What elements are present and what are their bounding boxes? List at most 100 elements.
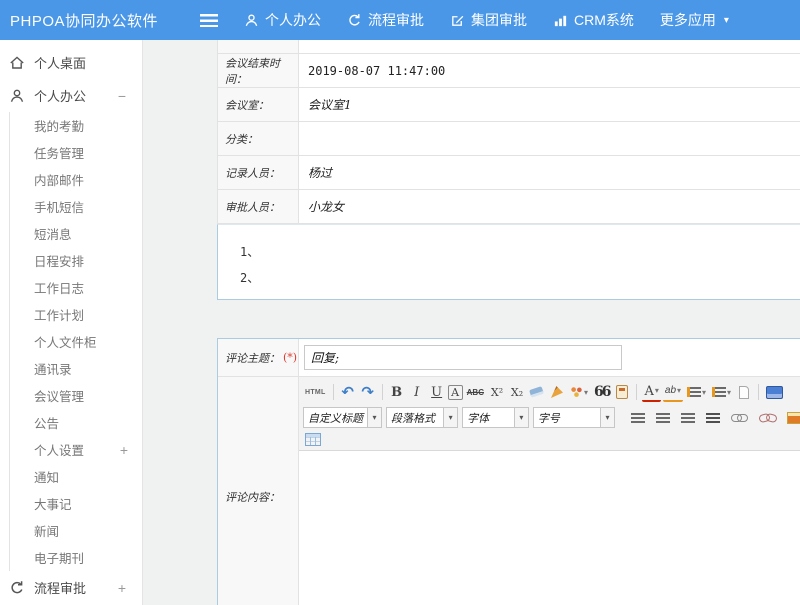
hamburger-icon[interactable] <box>200 14 218 27</box>
nav-item-workflow-approval[interactable]: 流程审批 <box>347 10 424 30</box>
new-page-button[interactable] <box>735 382 753 402</box>
unlink-button[interactable] <box>757 408 778 428</box>
top-header: PHPOA协同办公软件 个人办公 流程审批 集团审批 CRM系统 更多应用▾ <box>0 0 800 40</box>
table-button[interactable] <box>303 431 323 448</box>
font-family-select[interactable]: 字体▾ <box>462 407 529 428</box>
section-gap <box>217 300 800 338</box>
sidebar-item-memorabilia[interactable]: 大事记 <box>9 490 142 517</box>
bold-button[interactable]: B <box>388 382 406 402</box>
expand-icon[interactable]: + <box>118 580 126 596</box>
undo-button[interactable]: ↶ <box>339 382 357 402</box>
nav-item-more-apps[interactable]: 更多应用▾ <box>660 10 729 30</box>
border-text-button[interactable]: A <box>448 385 463 400</box>
align-justify-button[interactable] <box>704 408 722 428</box>
heading-select[interactable]: 自定义标题▾ <box>303 407 382 428</box>
new-page-icon <box>739 386 749 399</box>
blockquote-button[interactable]: 66 <box>592 382 611 402</box>
sidebar-item-personal-desktop[interactable]: 个人桌面 <box>0 46 142 79</box>
ordered-list-button[interactable]: ▾ <box>685 382 708 402</box>
sidebar-item-label: 日程安排 <box>34 251 84 270</box>
sidebar-item-label: 手机短信 <box>34 197 84 216</box>
field-value: 2019-08-07 11:47:00 <box>299 54 800 87</box>
sidebar-item-label: 短消息 <box>34 224 72 243</box>
align-left-button[interactable] <box>629 408 647 428</box>
sidebar-item-e-journal[interactable]: 电子期刊 <box>9 544 142 571</box>
edit-icon <box>450 13 465 28</box>
sidebar-item-work-plan[interactable]: 工作计划 <box>9 301 142 328</box>
align-left-icon <box>631 413 645 423</box>
sidebar-item-workflow-approval[interactable]: 流程审批+ <box>0 571 142 604</box>
comment-content-label: 评论内容： <box>218 377 299 605</box>
sidebar-item-my-attendance[interactable]: 我的考勤 <box>9 112 142 139</box>
sidebar-item-personal-settings[interactable]: 个人设置+ <box>9 436 142 463</box>
sidebar-item-notice[interactable]: 通知 <box>9 463 142 490</box>
sidebar-item-news[interactable]: 新闻 <box>9 517 142 544</box>
sidebar-item-label: 内部邮件 <box>34 170 84 189</box>
expand-icon[interactable]: + <box>120 442 128 458</box>
subscript-button[interactable]: X₂ <box>508 382 526 402</box>
paste-word-button[interactable] <box>613 382 631 402</box>
field-value: 杨过 <box>299 156 800 189</box>
paragraph-select[interactable]: 段落格式▾ <box>386 407 458 428</box>
sidebar-item-short-message[interactable]: 短消息 <box>9 220 142 247</box>
color-palette-button[interactable]: ▾ <box>568 382 590 402</box>
sidebar-item-meeting-management[interactable]: 会议管理 <box>9 382 142 409</box>
meeting-content-box: 1、2、 <box>217 224 800 300</box>
app-logo[interactable]: PHPOA协同办公软件 <box>0 10 190 31</box>
redo-button[interactable]: ↷ <box>359 382 377 402</box>
comment-subject-input[interactable] <box>304 345 622 370</box>
italic-button[interactable]: I <box>408 382 426 402</box>
user-icon <box>244 13 259 28</box>
sidebar-item-contacts[interactable]: 通讯录 <box>9 355 142 382</box>
font-size-select[interactable]: 字号▾ <box>533 407 615 428</box>
sidebar-menu: 个人桌面个人办公−我的考勤任务管理内部邮件手机短信短消息日程安排工作日志工作计划… <box>0 40 143 605</box>
align-center-button[interactable] <box>654 408 672 428</box>
sidebar-item-internal-mail[interactable]: 内部邮件 <box>9 166 142 193</box>
format-brush-icon <box>551 386 563 398</box>
editor-body[interactable] <box>299 451 800 605</box>
toolbar-separator <box>333 384 334 400</box>
caret-down-icon: ▾ <box>584 388 588 397</box>
toolbar-row-2: 自定义标题▾段落格式▾字体▾字号▾ <box>303 404 800 431</box>
caret-down-icon: ▾ <box>677 387 681 395</box>
comment-content-row: 评论内容： HTML↶↷BIUAABCX²X₂▾66A▾ab▾▾▾ 自定义标题▾… <box>218 377 800 605</box>
editor-toolbar: HTML↶↷BIUAABCX²X₂▾66A▾ab▾▾▾ 自定义标题▾段落格式▾字… <box>299 377 800 451</box>
align-right-button[interactable] <box>679 408 697 428</box>
sidebar-item-personal-files[interactable]: 个人文件柜 <box>9 328 142 355</box>
sidebar-item-task-management[interactable]: 任务管理 <box>9 139 142 166</box>
nav-item-group-approval[interactable]: 集团审批 <box>450 10 527 30</box>
sidebar-item-label: 新闻 <box>34 521 59 540</box>
sidebar-item-mobile-sms[interactable]: 手机短信 <box>9 193 142 220</box>
eraser-button[interactable] <box>528 382 546 402</box>
nav-item-personal-office[interactable]: 个人办公 <box>244 10 321 30</box>
caret-down-icon: ▾ <box>655 387 659 395</box>
nav-item-crm-system[interactable]: CRM系统 <box>553 10 634 30</box>
sidebar-item-label: 电子期刊 <box>34 548 84 567</box>
paste-word-icon <box>616 385 628 399</box>
highlight-button[interactable]: ab▾ <box>663 382 683 402</box>
sidebar-item-personal-office[interactable]: 个人办公− <box>0 79 142 112</box>
toolbar-row-1: HTML↶↷BIUAABCX²X₂▾66A▾ab▾▾▾ <box>303 380 800 404</box>
fullscreen-button[interactable] <box>764 382 785 402</box>
source-code-button[interactable]: HTML <box>303 382 328 402</box>
format-brush-button[interactable] <box>548 382 566 402</box>
caret-down-icon: ▾ <box>514 408 528 427</box>
main-content-area: 会议结束时间：2019-08-07 11:47:00会议室：会议室1分类：记录人… <box>144 40 800 605</box>
image-button[interactable] <box>785 408 800 428</box>
sidebar-item-work-log[interactable]: 工作日志 <box>9 274 142 301</box>
unordered-list-button[interactable]: ▾ <box>710 382 733 402</box>
sidebar-item-label: 工作日志 <box>34 278 84 297</box>
field-label: 会议室： <box>218 88 299 121</box>
underline-button[interactable]: U <box>428 382 446 402</box>
collapse-icon[interactable]: − <box>118 88 126 104</box>
image-icon <box>787 412 800 424</box>
align-justify-icon <box>706 413 720 423</box>
content-line: 2、 <box>240 265 800 291</box>
superscript-button[interactable]: X² <box>488 382 506 402</box>
strikethrough-button[interactable]: ABC <box>465 382 486 402</box>
font-color-button[interactable]: A▾ <box>642 382 660 402</box>
sidebar-item-announcement[interactable]: 公告 <box>9 409 142 436</box>
link-button[interactable] <box>729 408 750 428</box>
sidebar-item-schedule[interactable]: 日程安排 <box>9 247 142 274</box>
scroll-pane[interactable]: 会议结束时间：2019-08-07 11:47:00会议室：会议室1分类：记录人… <box>217 40 800 605</box>
